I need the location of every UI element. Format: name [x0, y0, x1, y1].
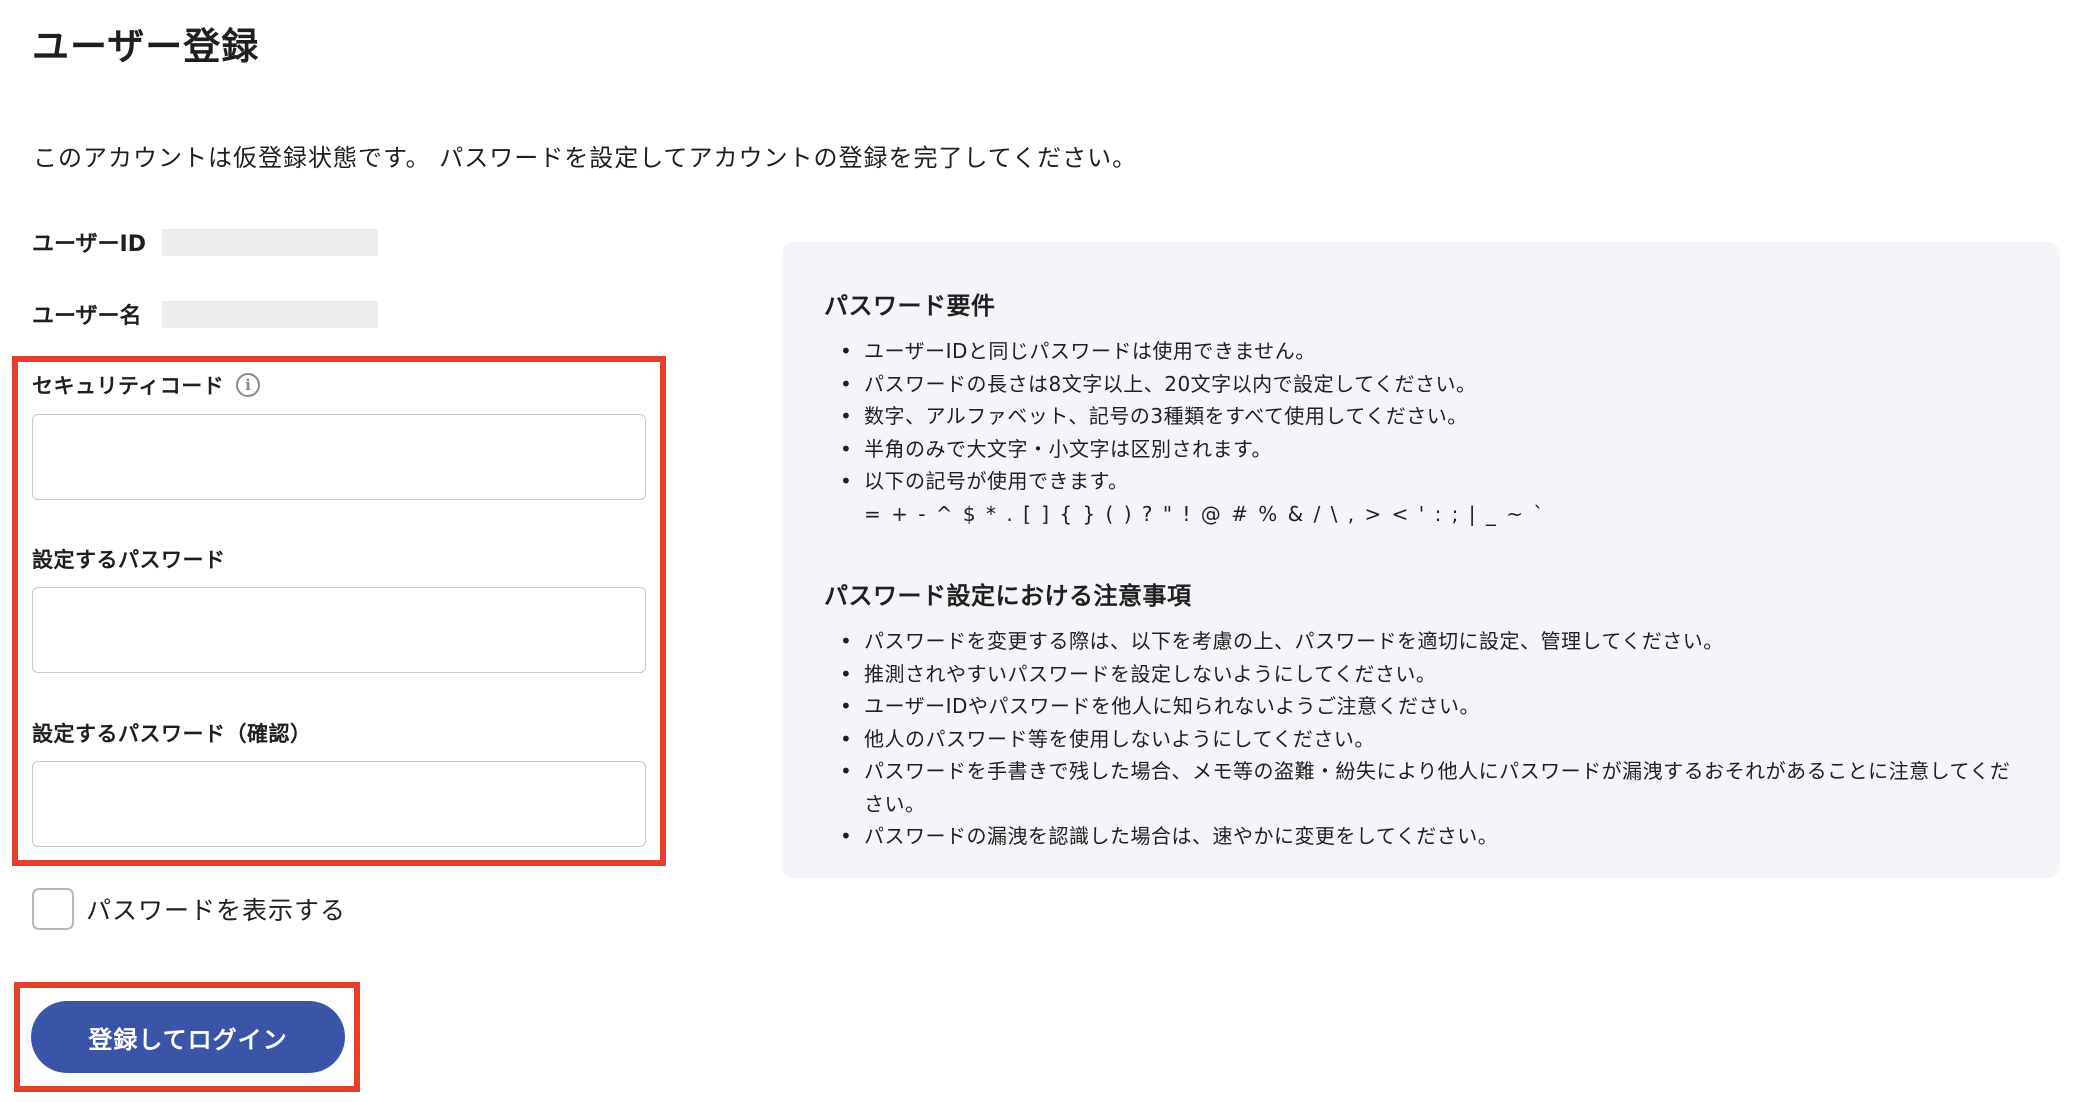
user-name-value — [162, 300, 378, 328]
password-label: 設定するパスワード — [32, 548, 226, 572]
user-name-label: ユーザー名 — [32, 304, 142, 329]
list-item: 半角のみで大文字・小文字は区別されます。 — [824, 433, 2018, 466]
info-icon[interactable]: i — [236, 373, 261, 397]
precautions-list: パスワードを変更する際は、以下を考慮の上、パスワードを適切に設定、管理してくださ… — [824, 625, 2018, 853]
allowed-symbols: = + - ^ $ * . [ ] { } ( ) ? " ! @ # % & … — [864, 501, 1546, 526]
password-requirements-panel: パスワード要件 ユーザーIDと同じパスワードは使用できません。 パスワードの長さ… — [782, 242, 2060, 878]
user-name-row: ユーザー名 — [32, 298, 378, 330]
list-item: ユーザーIDと同じパスワードは使用できません。 — [824, 335, 2018, 368]
list-item: 以下の記号が使用できます。 = + - ^ $ * . [ ] { } ( ) … — [824, 465, 2018, 530]
registration-page: ユーザー登録 このアカウントは仮登録状態です。 パスワードを設定してアカウントの… — [0, 0, 2088, 1102]
intro-text: このアカウントは仮登録状態です。 パスワードを設定してアカウントの登録を完了して… — [33, 144, 1138, 172]
password-confirm-input[interactable] — [32, 761, 646, 847]
show-password-label[interactable]: パスワードを表示する — [86, 891, 346, 927]
list-item: 数字、アルファベット、記号の3種類をすべて使用してください。 — [824, 400, 2018, 433]
show-password-toggle[interactable]: パスワードを表示する — [32, 888, 346, 930]
list-item: 推測されやすいパスワードを設定しないようにしてください。 — [824, 658, 2018, 691]
list-item: パスワードを手書きで残した場合、メモ等の盗難・紛失により他人にパスワードが漏洩す… — [824, 755, 2018, 820]
list-item: パスワードの漏洩を認識した場合は、速やかに変更をしてください。 — [824, 820, 2018, 853]
page-title: ユーザー登録 — [32, 25, 260, 68]
symbols-intro: 以下の記号が使用できます。 — [864, 469, 1129, 493]
list-item: 他人のパスワード等を使用しないようにしてください。 — [824, 723, 2018, 756]
security-code-label: セキュリティコード i — [32, 370, 261, 400]
show-password-checkbox[interactable] — [32, 888, 74, 930]
user-id-value — [162, 228, 378, 256]
user-id-label: ユーザーID — [32, 232, 147, 257]
requirements-list: ユーザーIDと同じパスワードは使用できません。 パスワードの長さは8文字以上、2… — [824, 335, 2018, 530]
list-item: パスワードを変更する際は、以下を考慮の上、パスワードを適切に設定、管理してくださ… — [824, 625, 2018, 658]
list-item: パスワードの長さは8文字以上、20文字以内で設定してください。 — [824, 368, 2018, 401]
security-code-input[interactable] — [32, 414, 646, 500]
register-and-login-button[interactable]: 登録してログイン — [31, 1001, 345, 1073]
security-code-label-text: セキュリティコード — [32, 374, 225, 398]
user-id-row: ユーザーID — [32, 226, 378, 258]
password-input[interactable] — [32, 587, 646, 673]
precautions-heading: パスワード設定における注意事項 — [824, 582, 1192, 610]
requirements-heading: パスワード要件 — [824, 292, 996, 320]
list-item: ユーザーIDやパスワードを他人に知られないようご注意ください。 — [824, 690, 2018, 723]
password-confirm-label: 設定するパスワード（確認） — [32, 722, 312, 746]
